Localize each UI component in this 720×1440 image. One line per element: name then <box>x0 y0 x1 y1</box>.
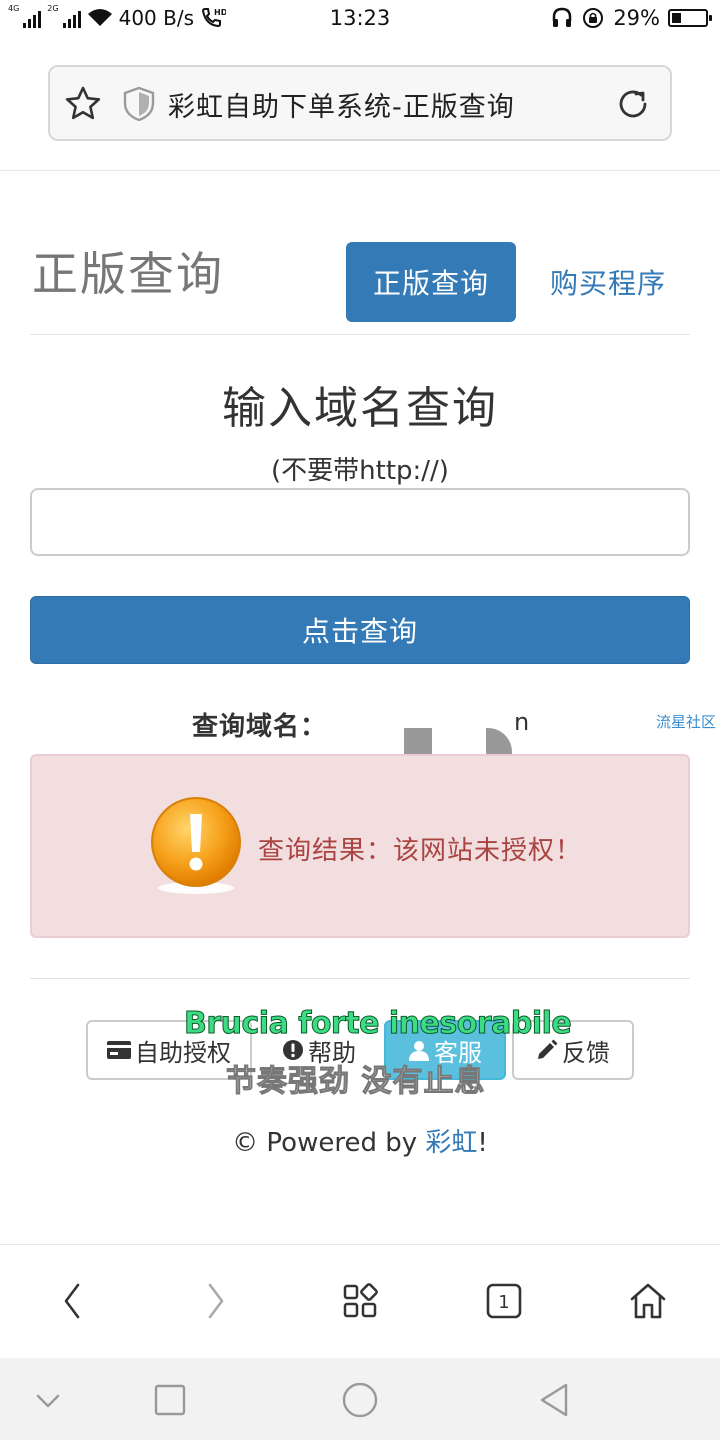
battery-icon <box>668 9 712 27</box>
result-message: 查询结果：该网站未授权！ <box>258 836 583 866</box>
back-triangle-icon[interactable] <box>536 1380 572 1420</box>
recents-square-icon[interactable] <box>152 1380 188 1420</box>
form-hint: (不要带http://) <box>271 456 449 486</box>
headphones-icon <box>553 7 572 27</box>
back-icon[interactable] <box>48 1277 96 1325</box>
subtitle-line-2: 节奏强劲 没有止息 <box>225 1064 486 1100</box>
footer-prefix: © Powered by <box>232 1128 426 1158</box>
domain-input[interactable] <box>30 488 690 556</box>
home-circle-icon[interactable] <box>340 1380 380 1420</box>
page-heading: 正版查询 <box>32 247 224 301</box>
apps-grid-icon[interactable] <box>336 1277 384 1325</box>
footer-suffix: ! <box>477 1128 488 1158</box>
battery-percent: 29% <box>613 6 660 30</box>
warning-icon <box>151 797 241 894</box>
browser-toolbar: 1 <box>0 1244 720 1358</box>
credit-card-icon <box>107 1041 131 1059</box>
address-bar[interactable]: 彩虹自助下单系统-正版查询 <box>48 65 672 141</box>
footer-credit: © Powered by 彩虹! <box>0 1122 720 1159</box>
forward-icon[interactable] <box>192 1277 240 1325</box>
form-heading: 输入域名查询 <box>222 383 498 434</box>
query-button[interactable]: 点击查询 <box>30 596 690 664</box>
home-icon[interactable] <box>624 1277 672 1325</box>
address-bar-divider <box>0 170 720 171</box>
footer-divider <box>30 978 690 979</box>
tab-count: 1 <box>498 1292 509 1313</box>
bookmark-star-icon[interactable] <box>64 85 102 123</box>
pencil-icon <box>538 1039 558 1059</box>
battery-level <box>672 13 682 23</box>
subtitle-line-1: Brucia forte inesorabile <box>183 1006 572 1042</box>
tabs-icon[interactable]: 1 <box>480 1277 528 1325</box>
tab-genuine-query[interactable]: 正版查询 <box>346 242 516 322</box>
header-divider <box>30 334 690 335</box>
status-bar: 4G 2G 400 B/s HD 13:23 29% <box>0 0 720 40</box>
watermark-text: 流星社区 <box>656 713 717 731</box>
footer-brand-link[interactable]: 彩虹 <box>425 1128 477 1158</box>
rotation-lock-icon <box>583 8 604 28</box>
status-right: 29% <box>551 6 712 30</box>
result-alert: 查询结果：该网站未授权！ <box>30 754 690 938</box>
query-domain-value: n <box>514 708 530 736</box>
system-navigation-bar <box>0 1358 720 1440</box>
tab-buy-program[interactable]: 购买程序 <box>550 262 666 302</box>
hide-nav-icon[interactable] <box>34 1380 62 1420</box>
security-shield-icon[interactable] <box>122 86 156 122</box>
page-title-in-address-bar: 彩虹自助下单系统-正版查询 <box>168 92 515 123</box>
reload-icon[interactable] <box>614 85 652 123</box>
query-domain-label: 查询域名： <box>192 712 328 742</box>
